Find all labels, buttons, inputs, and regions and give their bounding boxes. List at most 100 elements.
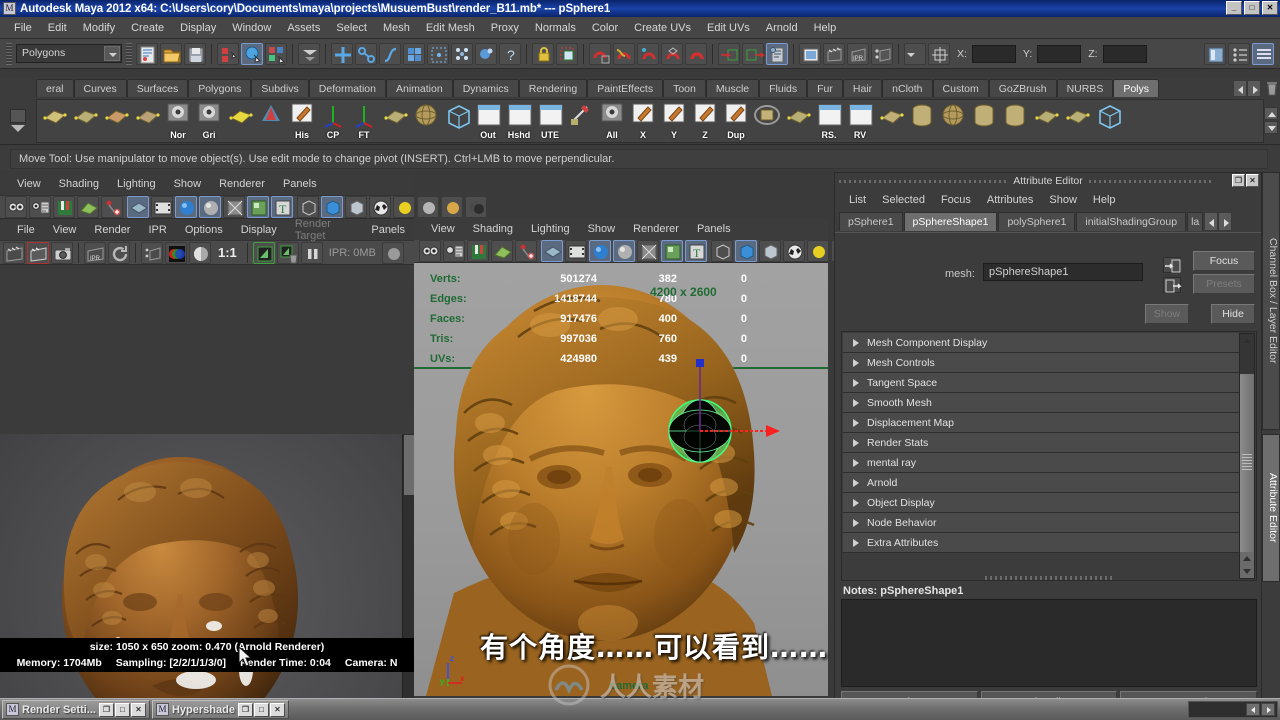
- shelf-item-icon31[interactable]: [1000, 101, 1030, 141]
- render-panel-menu-panels[interactable]: Panels: [274, 176, 326, 192]
- taskbar-close-button[interactable]: ✕: [269, 702, 285, 717]
- construction-plane-icon[interactable]: [475, 42, 497, 65]
- shelf-item-icon28[interactable]: [907, 101, 937, 141]
- component-mask-icon[interactable]: [298, 42, 320, 65]
- shelf-tab-gozbrush[interactable]: GoZBrush: [988, 79, 1057, 97]
- shelf-item-icon34[interactable]: [1093, 101, 1123, 141]
- shelf-item-nor[interactable]: Nor: [163, 101, 193, 141]
- snap-to-point-icon[interactable]: [379, 42, 401, 65]
- render-icon[interactable]: [3, 241, 25, 264]
- select-by-hierarchy-icon[interactable]: [217, 42, 239, 65]
- attribute-section-object-display[interactable]: Object Display: [843, 493, 1239, 513]
- attribute-section-extra-attributes[interactable]: Extra Attributes: [843, 533, 1239, 553]
- render-current-frame-icon[interactable]: [799, 42, 821, 65]
- alpha-channel-icon[interactable]: [189, 241, 211, 264]
- taskbar-close-button[interactable]: ✕: [130, 702, 146, 717]
- render-view-menu-display[interactable]: Display: [232, 222, 286, 238]
- vp-camera-attributes-icon[interactable]: [443, 240, 465, 262]
- light-tan-icon[interactable]: [441, 196, 463, 218]
- open-scene-icon[interactable]: [160, 42, 182, 65]
- menu-item-modify[interactable]: Modify: [75, 20, 123, 36]
- menu-item-create[interactable]: Create: [123, 20, 172, 36]
- render-view-menu-file[interactable]: File: [8, 222, 44, 238]
- shelf-tab-custom[interactable]: Custom: [932, 79, 989, 97]
- menu-item-file[interactable]: File: [6, 20, 40, 36]
- toolbar-drag-handle-2[interactable]: [126, 42, 132, 65]
- ae-close-button[interactable]: ✕: [1246, 174, 1259, 187]
- text-display-icon[interactable]: T: [271, 196, 293, 218]
- vtab-channel-box-layer-editor[interactable]: Channel Box / Layer Editor: [1262, 172, 1280, 430]
- render-view-menu-render[interactable]: Render: [85, 222, 139, 238]
- ae-tab-initialshadinggroup[interactable]: initialShadingGroup: [1076, 212, 1187, 231]
- field-mode-dropdown-icon[interactable]: [904, 42, 926, 65]
- maximize-button[interactable]: □: [1244, 1, 1260, 15]
- menu-item-window[interactable]: Window: [224, 20, 279, 36]
- magnet-solid-icon[interactable]: [685, 42, 707, 65]
- render-panel-menu-show[interactable]: Show: [165, 176, 211, 192]
- render-view-menu-panels[interactable]: Panels: [362, 222, 414, 238]
- toolbar-drag-handle[interactable]: [6, 42, 12, 65]
- render-view-scrollbar[interactable]: [402, 434, 414, 720]
- shelf-tab-curves[interactable]: Curves: [73, 79, 127, 97]
- hide-button[interactable]: Hide: [1211, 304, 1255, 324]
- texture-display-icon[interactable]: [247, 196, 269, 218]
- render-view-menu-options[interactable]: Options: [176, 222, 232, 238]
- render-panel-menu-shading[interactable]: Shading: [50, 176, 108, 192]
- vp-bookmarks-icon[interactable]: [467, 240, 489, 262]
- shelf-tab-rendering[interactable]: Rendering: [518, 79, 588, 97]
- remove-image-icon[interactable]: [276, 241, 299, 264]
- snap-to-projected-center-icon[interactable]: [403, 42, 425, 65]
- shelf-tab-nurbs[interactable]: NURBS: [1056, 79, 1114, 97]
- shelf-item-icon2[interactable]: [101, 101, 131, 141]
- texture-checker-icon[interactable]: [369, 196, 391, 218]
- menu-item-edit[interactable]: Edit: [40, 20, 75, 36]
- goto-input-node-icon[interactable]: [1163, 257, 1181, 273]
- notes-textarea[interactable]: [841, 599, 1257, 687]
- ae-menu-selected[interactable]: Selected: [874, 192, 933, 208]
- taskbar-window-hypershade[interactable]: Hypershade❐□✕: [151, 700, 289, 719]
- help-icon[interactable]: ?: [499, 42, 521, 65]
- taskbar-maximize-button[interactable]: □: [114, 702, 130, 717]
- shelf-item-icon7[interactable]: [256, 101, 286, 141]
- shelf-item-ft[interactable]: FT: [349, 101, 379, 141]
- shelf-item-icon11[interactable]: [380, 101, 410, 141]
- taskbar-maximize-button[interactable]: □: [253, 702, 269, 717]
- viewport-menu-show[interactable]: Show: [579, 221, 625, 237]
- show-hide-channel-box-icon[interactable]: [1252, 42, 1274, 65]
- output-connections-icon[interactable]: [742, 42, 765, 65]
- shelf-item-icon12[interactable]: [411, 101, 441, 141]
- vp-texture-checker-icon[interactable]: [783, 240, 805, 262]
- minimize-button[interactable]: _: [1226, 1, 1242, 15]
- vtab-attribute-editor[interactable]: Attribute Editor: [1262, 434, 1280, 582]
- shelf-item-gri[interactable]: Gri: [194, 101, 224, 141]
- vp-text-display-icon[interactable]: T: [685, 240, 707, 262]
- highlight-selection-icon[interactable]: [556, 42, 578, 65]
- construction-history-icon[interactable]: [766, 42, 788, 65]
- rendered-image-canvas[interactable]: [0, 434, 414, 720]
- shelf-item-icon6[interactable]: [225, 101, 255, 141]
- shelf-item-icon30[interactable]: [969, 101, 999, 141]
- image-plane-icon[interactable]: [77, 196, 99, 218]
- shelf-item-cp[interactable]: CP: [318, 101, 348, 141]
- shelf-tab-surfaces[interactable]: Surfaces: [126, 79, 189, 97]
- vp-camera-view-icon[interactable]: [419, 240, 441, 262]
- shelf-tab-polys[interactable]: Polys: [1113, 79, 1160, 97]
- show-button[interactable]: Show: [1145, 304, 1189, 324]
- scrollbar-thumb[interactable]: [404, 435, 414, 495]
- x-input[interactable]: [971, 44, 1016, 63]
- scroll-up-icon-2[interactable]: [1240, 552, 1254, 565]
- taskbar-next-icon[interactable]: [1261, 703, 1275, 716]
- menu-item-proxy[interactable]: Proxy: [483, 20, 527, 36]
- close-button[interactable]: ✕: [1262, 1, 1278, 15]
- menu-item-normals[interactable]: Normals: [527, 20, 584, 36]
- ae-menu-help[interactable]: Help: [1085, 192, 1124, 208]
- ae-menu-list[interactable]: List: [841, 192, 874, 208]
- input-connections-icon[interactable]: [718, 42, 740, 65]
- scroll-down-icon[interactable]: [1240, 565, 1254, 578]
- shelf-tab-deformation[interactable]: Deformation: [308, 79, 386, 97]
- keep-image-icon[interactable]: [252, 241, 275, 264]
- shelf-tab-dynamics[interactable]: Dynamics: [452, 79, 519, 97]
- shelf-scroll-up-icon[interactable]: [1264, 107, 1278, 120]
- render-flags-icon[interactable]: [871, 42, 893, 65]
- shelf-item-icon27[interactable]: [876, 101, 906, 141]
